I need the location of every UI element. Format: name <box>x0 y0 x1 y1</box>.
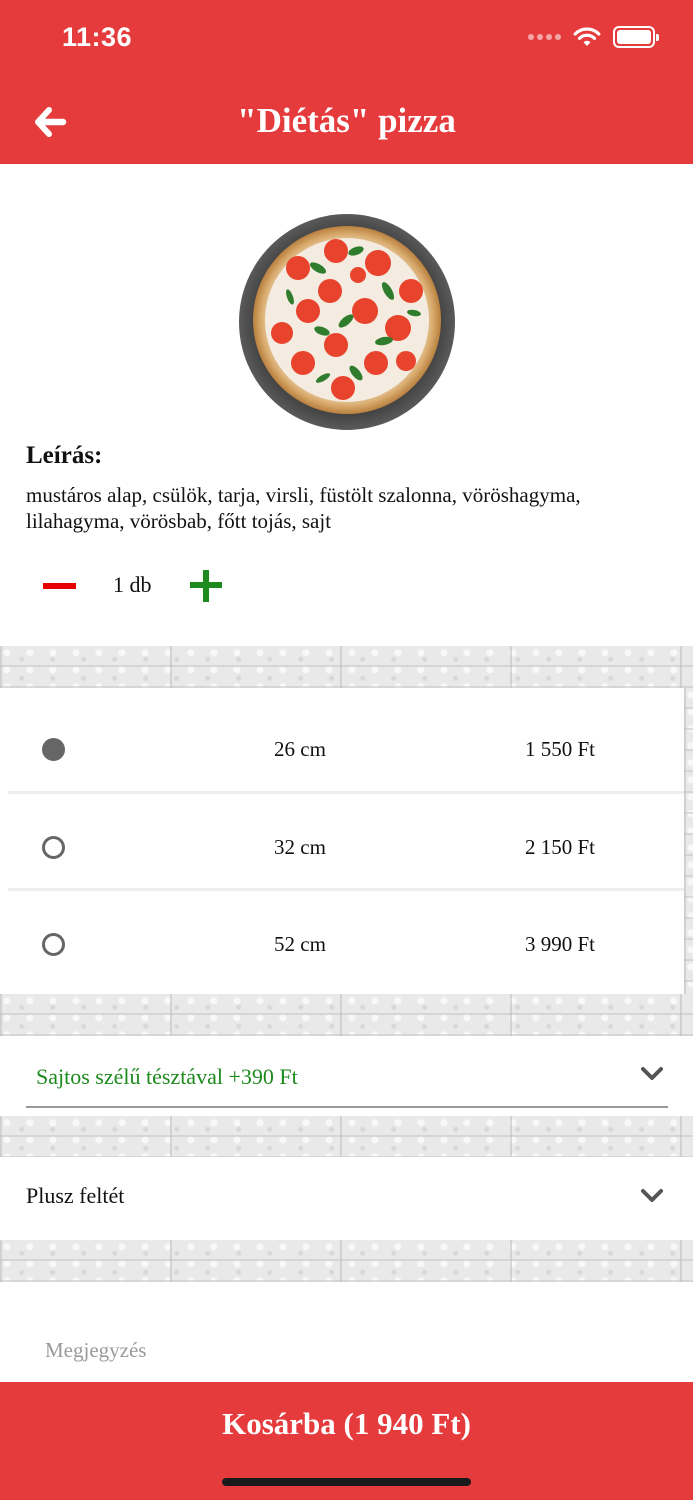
brick-divider <box>0 994 693 1036</box>
brick-divider <box>0 1240 693 1282</box>
status-time: 11:36 <box>62 22 133 52</box>
note-input[interactable] <box>36 1330 656 1370</box>
size-price: 3 990 Ft <box>525 932 596 956</box>
size-price: 2 150 Ft <box>525 835 596 859</box>
size-option-52[interactable]: 52 cm 3 990 Ft <box>0 889 684 987</box>
radio-selected-icon[interactable] <box>42 738 65 761</box>
crust-select[interactable]: Sajtos szélű tésztával +390 Ft <box>26 1038 668 1108</box>
radio-icon[interactable] <box>42 836 65 859</box>
pizza-image <box>239 214 455 430</box>
minus-icon <box>43 583 76 589</box>
decrease-quantity-button[interactable] <box>40 570 80 602</box>
radio-icon[interactable] <box>42 933 65 956</box>
add-to-cart-label: Kosárba (1 940 Ft) <box>222 1406 471 1441</box>
chevron-down-icon <box>641 1067 663 1080</box>
select-underline <box>26 1106 668 1108</box>
extras-select-value: Plusz feltét <box>26 1183 125 1208</box>
status-icons <box>528 26 659 48</box>
size-label: 26 cm <box>274 737 326 761</box>
size-option-26[interactable]: 26 cm 1 550 Ft <box>0 694 684 792</box>
description-text: mustáros alap, csülök, tarja, virsli, fü… <box>26 483 581 533</box>
signal-icon <box>528 34 561 40</box>
description-title: Leírás: <box>26 442 103 469</box>
note-panel <box>0 1282 693 1382</box>
size-options: 26 cm 1 550 Ft 32 cm 2 150 Ft 52 cm 3 99… <box>0 688 684 994</box>
brick-divider <box>0 646 693 688</box>
extras-select[interactable]: Plusz feltét <box>26 1157 668 1227</box>
brick-divider <box>0 1116 693 1157</box>
page-title: "Diétás" pizza <box>237 101 456 140</box>
crust-select-value: Sajtos szélű tésztával +390 Ft <box>36 1064 298 1089</box>
battery-icon <box>613 26 659 48</box>
extras-panel: Plusz feltét <box>0 1157 693 1240</box>
size-label: 32 cm <box>274 835 326 859</box>
quantity-value: 1 db <box>113 572 152 597</box>
brick-edge <box>684 688 693 994</box>
chevron-down-icon <box>641 1189 663 1202</box>
size-price: 1 550 Ft <box>525 737 596 761</box>
increase-quantity-button[interactable] <box>188 568 224 604</box>
size-option-32[interactable]: 32 cm 2 150 Ft <box>0 792 684 890</box>
wifi-icon <box>573 27 601 46</box>
home-indicator <box>222 1478 471 1486</box>
header: 11:36 "Diétás" pizza <box>0 0 693 164</box>
crust-panel: Sajtos szélű tésztával +390 Ft <box>0 1036 693 1116</box>
size-label: 52 cm <box>274 932 326 956</box>
